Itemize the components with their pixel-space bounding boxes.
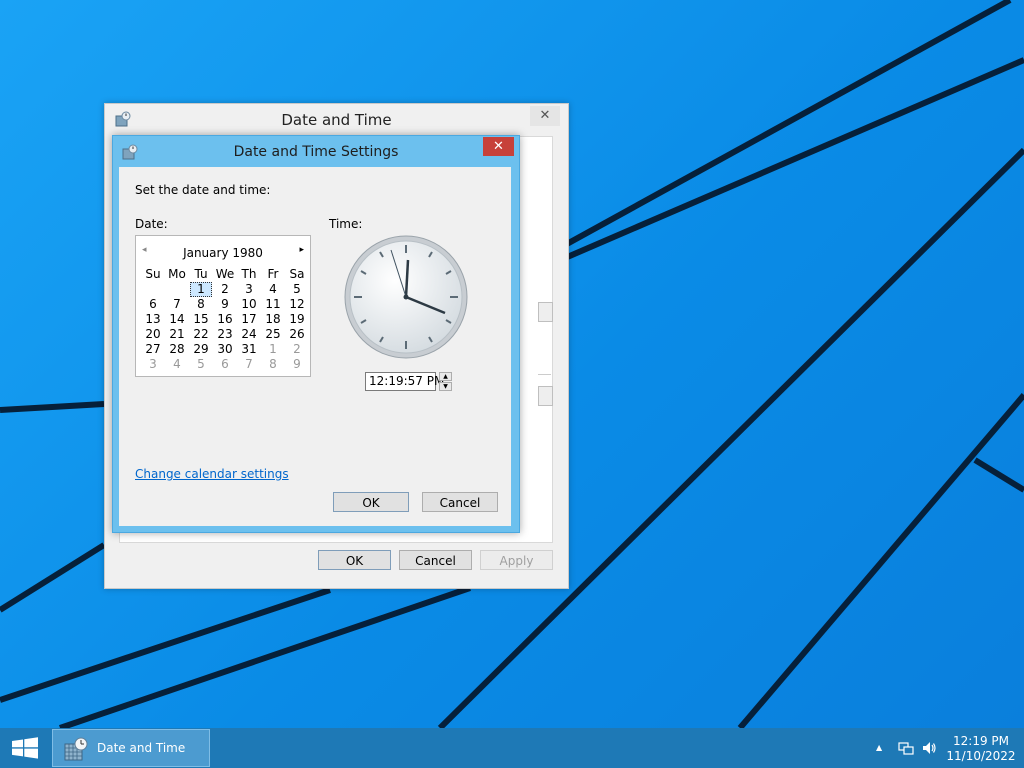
time-spinner: ▲ ▼ <box>439 372 452 391</box>
calendar-day[interactable]: 17 <box>237 312 261 327</box>
inner-close-button[interactable]: ✕ <box>483 137 514 156</box>
time-input[interactable]: 12:19:57 PM <box>365 372 444 391</box>
calendar-day[interactable]: 5 <box>285 282 309 297</box>
taskbar-date-and-time-button[interactable]: Date and Time <box>52 729 210 767</box>
calendar-day[interactable]: 9 <box>213 297 237 312</box>
calendar-day[interactable]: 7 <box>165 297 189 312</box>
calendar-week-row: 13 14 15 16 17 18 19 <box>141 312 309 327</box>
outer-dialog-title: Date and Time <box>281 111 392 129</box>
calendar-day[interactable]: 24 <box>237 327 261 342</box>
taskbar: Date and Time ▲ 12:19 PM 11/10/2022 <box>0 728 1024 768</box>
analog-clock-icon <box>344 235 468 359</box>
calendar-day[interactable]: 28 <box>165 342 189 357</box>
network-icon[interactable] <box>898 740 914 756</box>
calendar-day[interactable]: 27 <box>141 342 165 357</box>
weekday-header: Su <box>145 267 161 281</box>
calendar-day-next-month[interactable]: 8 <box>261 357 285 372</box>
weekday-header-row: Su Mo Tu We Th Fr Sa <box>141 267 309 282</box>
weekday-header: We <box>215 267 235 281</box>
calendar-day[interactable]: 22 <box>189 327 213 342</box>
calendar-day[interactable]: 29 <box>189 342 213 357</box>
calendar-week-row: 1 2 3 4 5 <box>141 282 309 297</box>
obscured-button[interactable] <box>538 302 553 322</box>
calendar-day[interactable]: 30 <box>213 342 237 357</box>
calendar-grid: Su Mo Tu We Th Fr Sa 1 2 3 4 5 6 7 8 9 1… <box>141 267 309 372</box>
calendar-day-next-month[interactable]: 7 <box>237 357 261 372</box>
windows-logo-icon[interactable] <box>0 728 50 768</box>
calendar-day[interactable]: 20 <box>141 327 165 342</box>
calendar-day-next-month[interactable]: 9 <box>285 357 309 372</box>
date-time-settings-dialog: Date and Time Settings ✕ Set the date an… <box>112 135 520 533</box>
calendar-day[interactable]: 3 <box>237 282 261 297</box>
calendar-day[interactable]: 25 <box>261 327 285 342</box>
calendar-day[interactable]: 31 <box>237 342 261 357</box>
calendar-day[interactable]: 19 <box>285 312 309 327</box>
taskbar-task-label: Date and Time <box>97 741 186 755</box>
calendar-week-row: 20 21 22 23 24 25 26 <box>141 327 309 342</box>
outer-title-bar[interactable]: Date and Time ✕ <box>105 104 568 134</box>
divider <box>538 374 551 375</box>
calendar-day[interactable]: 8 <box>189 297 213 312</box>
weekday-header: Th <box>241 267 257 281</box>
weekday-header: Fr <box>267 267 279 281</box>
calendar-week-row: 3 4 5 6 7 8 9 <box>141 357 309 372</box>
settings-client-area: Set the date and time: Date: Time: ◂ Jan… <box>119 167 511 526</box>
calendar-day[interactable]: 13 <box>141 312 165 327</box>
calendar-day[interactable]: 26 <box>285 327 309 342</box>
calendar-day[interactable]: 18 <box>261 312 285 327</box>
calendar-day[interactable]: 12 <box>285 297 309 312</box>
taskbar-time: 12:19 PM <box>953 734 1009 748</box>
spin-up-icon[interactable]: ▲ <box>439 372 452 381</box>
instruction-text: Set the date and time: <box>135 183 271 197</box>
calendar-day[interactable]: 6 <box>141 297 165 312</box>
calendar-day[interactable]: 15 <box>189 312 213 327</box>
taskbar-clock[interactable]: 12:19 PM 11/10/2022 <box>944 734 1018 764</box>
weekday-header: Sa <box>289 267 305 281</box>
inner-dialog-title: Date and Time Settings <box>233 144 399 160</box>
calendar-day[interactable]: 11 <box>261 297 285 312</box>
calendar-day-next-month[interactable]: 2 <box>285 342 309 357</box>
spin-down-icon[interactable]: ▼ <box>439 382 452 391</box>
date-time-app-icon <box>64 737 88 761</box>
taskbar-date: 11/10/2022 <box>946 749 1016 763</box>
date-label: Date: <box>135 217 168 231</box>
next-month-arrow-icon[interactable]: ▸ <box>299 245 304 255</box>
calendar-day-selected[interactable]: 1 <box>189 282 213 297</box>
calendar-day[interactable]: 2 <box>213 282 237 297</box>
weekday-header: Mo <box>168 267 186 281</box>
calendar-month-header[interactable]: January 1980 <box>136 246 310 260</box>
calendar-day[interactable]: 16 <box>213 312 237 327</box>
calendar-day[interactable]: 10 <box>237 297 261 312</box>
change-calendar-settings-link[interactable]: Change calendar settings <box>135 467 289 481</box>
calendar-day-next-month[interactable]: 6 <box>213 357 237 372</box>
calendar-day[interactable]: 4 <box>261 282 285 297</box>
volume-icon[interactable] <box>921 740 937 756</box>
calendar-day-empty <box>165 282 189 297</box>
outer-close-button[interactable]: ✕ <box>530 106 560 126</box>
obscured-button[interactable] <box>538 386 553 406</box>
weekday-header: Tu <box>194 267 208 281</box>
calendar-day-next-month[interactable]: 3 <box>141 357 165 372</box>
outer-ok-button[interactable]: OK <box>318 550 391 570</box>
calendar-day[interactable]: 21 <box>165 327 189 342</box>
time-label: Time: <box>329 217 363 231</box>
calendar-week-row: 6 7 8 9 10 11 12 <box>141 297 309 312</box>
outer-apply-button[interactable]: Apply <box>480 550 553 570</box>
calendar: ◂ January 1980 ▸ Su Mo Tu We Th Fr Sa 1 … <box>135 235 311 377</box>
calendar-day[interactable]: 14 <box>165 312 189 327</box>
show-hidden-icons-chevron-icon[interactable]: ▲ <box>876 743 882 752</box>
calendar-day-next-month[interactable]: 5 <box>189 357 213 372</box>
inner-cancel-button[interactable]: Cancel <box>422 492 498 512</box>
outer-cancel-button[interactable]: Cancel <box>399 550 472 570</box>
calendar-day-next-month[interactable]: 1 <box>261 342 285 357</box>
inner-ok-button[interactable]: OK <box>333 492 409 512</box>
calendar-day-empty <box>141 282 165 297</box>
calendar-day[interactable]: 23 <box>213 327 237 342</box>
calendar-day-next-month[interactable]: 4 <box>165 357 189 372</box>
calendar-week-row: 27 28 29 30 31 1 2 <box>141 342 309 357</box>
